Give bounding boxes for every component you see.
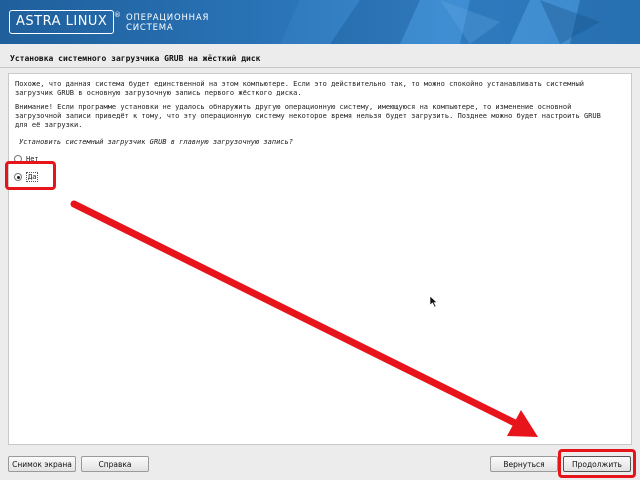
continue-highlight-annotation bbox=[558, 449, 636, 478]
content-panel: Похоже, что данная система будет единств… bbox=[8, 73, 632, 445]
info-paragraph: Похоже, что данная система будет единств… bbox=[15, 80, 584, 97]
os-label-line2: СИСТЕМА bbox=[126, 23, 174, 33]
yes-highlight-annotation bbox=[5, 161, 56, 190]
screenshot-button[interactable]: Снимок экрана bbox=[8, 456, 76, 472]
os-label: ОПЕРАЦИОННАЯ СИСТЕМА bbox=[126, 13, 209, 33]
registered-mark: ® bbox=[113, 11, 122, 19]
warning-paragraph: Внимание! Если программе установки не уд… bbox=[15, 103, 601, 129]
header-banner: ASTRA LINUX ® ОПЕРАЦИОННАЯ СИСТЕМА bbox=[0, 0, 640, 44]
back-button[interactable]: Вернуться bbox=[490, 456, 558, 472]
mouse-pointer-icon bbox=[429, 296, 438, 308]
page-title: Установка системного загрузчика GRUB на … bbox=[10, 54, 261, 63]
help-button[interactable]: Справка bbox=[81, 456, 149, 472]
install-question: Установить системный загрузчик GRUB в гл… bbox=[19, 138, 293, 146]
title-divider bbox=[0, 67, 640, 68]
logo-text: ASTRA LINUX bbox=[16, 14, 108, 29]
astra-linux-logo: ASTRA LINUX ® bbox=[9, 10, 121, 34]
os-label-line1: ОПЕРАЦИОННАЯ bbox=[126, 13, 210, 23]
